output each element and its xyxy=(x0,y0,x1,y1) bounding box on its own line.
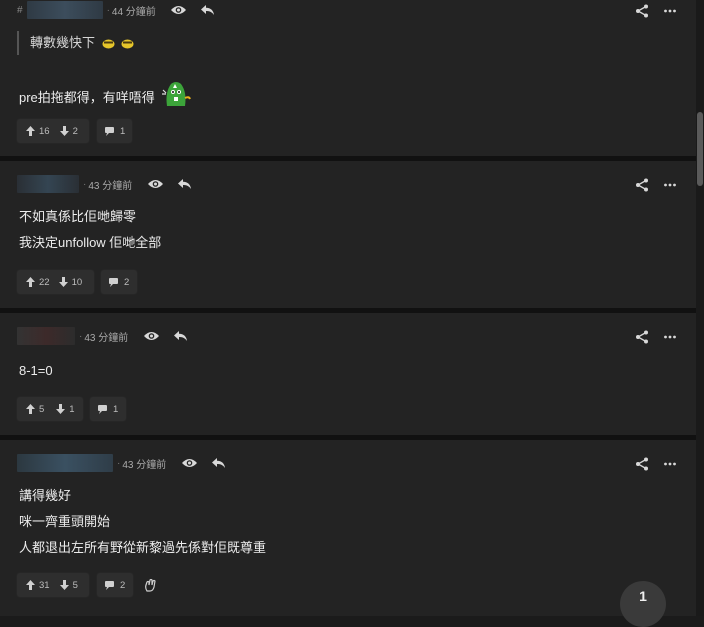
avatar-username-blurred[interactable] xyxy=(17,327,75,345)
post-line: 8-1=0 xyxy=(19,363,53,378)
comment-count: 1 xyxy=(113,403,119,415)
reply-icon[interactable] xyxy=(176,177,192,191)
vote-button-group: 16 2 xyxy=(17,119,89,143)
upvote-button[interactable]: 5 xyxy=(26,404,44,415)
upvote-count: 16 xyxy=(39,125,50,137)
downvote-count: 5 xyxy=(72,579,78,591)
vote-button-group: 31 5 xyxy=(17,573,89,597)
more-options-icon[interactable] xyxy=(663,178,677,192)
pagination-current: 1 xyxy=(639,588,647,604)
green-monster-emoji-icon xyxy=(162,82,192,106)
post-timestamp: 43 分鐘前 xyxy=(84,332,129,344)
downvote-button[interactable]: 2 xyxy=(59,125,78,137)
share-icon[interactable] xyxy=(635,457,649,471)
upvote-button[interactable]: 22 xyxy=(26,277,50,288)
upvote-count: 5 xyxy=(39,403,45,415)
eye-icon[interactable] xyxy=(180,456,198,470)
post-body: 8-1=0 xyxy=(19,358,53,384)
comment-count: 2 xyxy=(124,276,130,288)
chat-bubble-icon xyxy=(109,277,118,287)
avatar-username-blurred[interactable] xyxy=(17,454,113,472)
hand-wave-icon[interactable] xyxy=(143,578,157,592)
chat-bubble-icon xyxy=(105,580,114,590)
arrow-up-icon xyxy=(26,404,35,414)
post-body: pre拍拖都得，有咩唔得 xyxy=(19,80,192,111)
post-meta: · 43 分鐘前 xyxy=(17,174,192,194)
chat-bubble-icon xyxy=(98,404,107,414)
eye-icon[interactable] xyxy=(142,329,160,343)
share-icon[interactable] xyxy=(635,178,649,192)
share-icon[interactable] xyxy=(635,4,649,18)
upvote-count: 31 xyxy=(39,579,50,591)
quoted-reply[interactable]: 轉數幾快下 xyxy=(17,31,134,55)
post-line: 講得幾好 xyxy=(19,488,72,503)
post-line: pre拍拖都得，有咩唔得 xyxy=(19,90,155,105)
comments-button[interactable]: 1 xyxy=(97,119,132,143)
avatar-username-blurred[interactable] xyxy=(17,175,79,193)
downvote-count: 2 xyxy=(72,125,78,137)
downvote-count: 1 xyxy=(69,403,75,415)
post-meta: # · 44 分鐘前 xyxy=(17,0,216,20)
upvote-button[interactable]: 31 xyxy=(26,580,50,591)
arrow-down-icon xyxy=(59,580,69,590)
post-timestamp: 44 分鐘前 xyxy=(111,6,156,18)
reply-icon[interactable] xyxy=(200,3,216,17)
arrow-up-icon xyxy=(26,580,35,590)
upvote-button[interactable]: 16 xyxy=(26,126,50,137)
reply-icon[interactable] xyxy=(210,456,226,470)
post-meta: · 43 分鐘前 xyxy=(17,453,226,473)
downvote-button[interactable]: 10 xyxy=(58,276,83,288)
comments-button[interactable]: 1 xyxy=(90,397,126,421)
eye-icon[interactable] xyxy=(170,3,188,17)
post-line: 咪一齊重頭開始 xyxy=(19,514,111,529)
post-timestamp: 43 分鐘前 xyxy=(122,459,167,471)
arrow-down-icon xyxy=(56,404,66,414)
reply-icon[interactable] xyxy=(172,329,188,343)
more-options-icon[interactable] xyxy=(663,457,677,471)
comment-count: 1 xyxy=(120,125,126,137)
post-meta: · 43 分鐘前 xyxy=(17,326,188,346)
scrollbar-track[interactable] xyxy=(696,0,704,616)
laughing-emoji-icon xyxy=(102,39,115,49)
eye-icon[interactable] xyxy=(146,177,164,191)
laughing-emoji-icon xyxy=(121,39,134,49)
arrow-down-icon xyxy=(59,126,69,136)
quote-text: 轉數幾快下 xyxy=(30,35,96,50)
arrow-down-icon xyxy=(58,277,68,287)
post-number: # xyxy=(17,4,23,16)
post-line: 我決定unfollow 佢哋全部 xyxy=(19,235,162,250)
comments-button[interactable]: 2 xyxy=(101,270,137,294)
upvote-count: 22 xyxy=(39,276,50,288)
vote-button-group: 5 1 xyxy=(17,397,83,421)
post-body: 不如真係比佢哋歸零 我決定unfollow 佢哋全部 xyxy=(19,204,161,256)
scrollbar-thumb[interactable] xyxy=(697,112,703,186)
more-options-icon[interactable] xyxy=(663,330,677,344)
vote-button-group: 22 10 xyxy=(17,270,94,294)
downvote-button[interactable]: 1 xyxy=(56,403,75,415)
downvote-count: 10 xyxy=(71,276,83,288)
post-body: 講得幾好 咪一齊重頭開始 人都退出左所有野從新黎過先係對佢既尊重 xyxy=(19,483,266,561)
post-line: 不如真係比佢哋歸零 xyxy=(19,209,137,224)
avatar-username-blurred[interactable] xyxy=(26,1,103,19)
arrow-up-icon xyxy=(26,126,35,136)
downvote-button[interactable]: 5 xyxy=(59,579,78,591)
more-options-icon[interactable] xyxy=(663,4,677,18)
pagination-page-button[interactable]: 1 xyxy=(620,581,666,627)
comments-button[interactable]: 2 xyxy=(97,573,133,597)
share-icon[interactable] xyxy=(635,330,649,344)
comment-count: 2 xyxy=(120,579,126,591)
arrow-up-icon xyxy=(26,277,35,287)
chat-bubble-icon xyxy=(105,126,114,136)
post-timestamp: 43 分鐘前 xyxy=(88,180,133,192)
post-line: 人都退出左所有野從新黎過先係對佢既尊重 xyxy=(19,540,267,555)
